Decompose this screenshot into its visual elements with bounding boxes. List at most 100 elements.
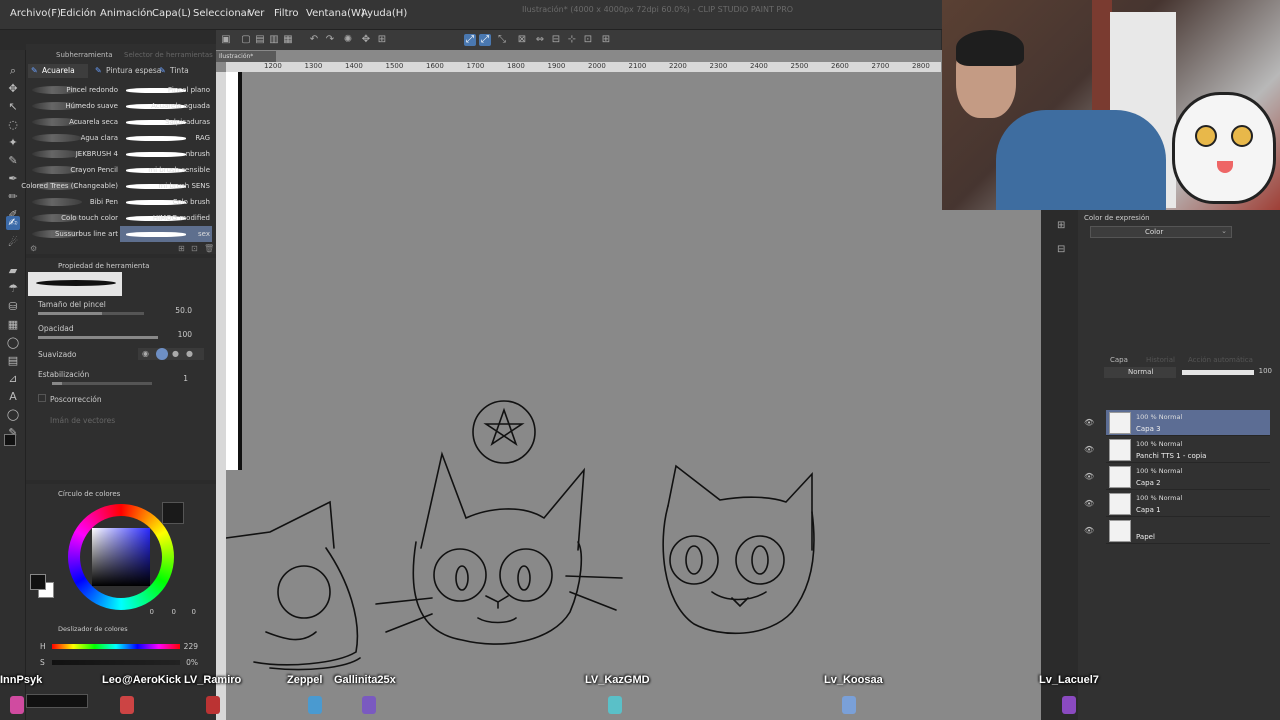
stabilization-value[interactable]: 1 bbox=[176, 374, 188, 383]
fill-tool-icon[interactable]: ⛁ bbox=[6, 300, 20, 314]
smoothing-option-selected[interactable] bbox=[156, 348, 168, 360]
brush-item[interactable]: mi brush sensible bbox=[120, 162, 212, 178]
brush-item[interactable]: Colo touch color bbox=[28, 210, 120, 226]
brush-item[interactable]: Bibi Pen bbox=[28, 194, 120, 210]
eye-icon[interactable]: 👁 bbox=[1084, 418, 1094, 427]
pencil-tool-icon[interactable]: ✏ bbox=[6, 190, 20, 204]
navigator-icon[interactable]: ⊞ bbox=[1057, 220, 1065, 231]
main-color-swatch[interactable] bbox=[4, 434, 16, 446]
menu-help[interactable]: Ayuda(H) bbox=[361, 8, 407, 19]
canvas-icon[interactable]: ▣ bbox=[220, 34, 232, 46]
pen-tool-icon[interactable]: ✒ bbox=[6, 172, 20, 186]
opacity-slider[interactable] bbox=[38, 336, 158, 339]
settings-icon[interactable]: ⊡ bbox=[582, 34, 594, 46]
tab-subtool[interactable]: Subherramienta bbox=[56, 51, 113, 59]
layer-opacity-value[interactable]: 100 bbox=[1256, 367, 1272, 375]
gradient-tool-icon[interactable]: ▦ bbox=[6, 318, 20, 332]
brush-item[interactable]: HIMOG modified bbox=[120, 210, 212, 226]
brush-item[interactable]: Acuarela aguada bbox=[120, 98, 212, 114]
delete-icon[interactable]: 🗑 bbox=[204, 244, 214, 253]
snap-special-icon[interactable]: ⤡ bbox=[496, 34, 508, 46]
menu-window[interactable]: Ventana(W) bbox=[306, 8, 365, 19]
new-file-icon[interactable]: ▢ bbox=[240, 34, 252, 46]
layer-property-icon[interactable]: ⊟ bbox=[1057, 244, 1065, 255]
hue-slider[interactable] bbox=[52, 644, 180, 649]
operation-tool-icon[interactable]: ↖ bbox=[6, 100, 20, 114]
hue-ring[interactable] bbox=[68, 504, 174, 610]
clear-icon[interactable]: ✺ bbox=[342, 34, 354, 46]
open-file-icon[interactable]: ▤ bbox=[254, 34, 266, 46]
document-tab[interactable]: Ilustración* bbox=[216, 51, 276, 62]
layer-opacity-slider[interactable] bbox=[1182, 370, 1254, 375]
saturation-square[interactable] bbox=[92, 528, 150, 586]
saturation-slider[interactable] bbox=[52, 660, 180, 665]
category-ink[interactable]: ✎ Tinta bbox=[156, 64, 214, 78]
move-tool-icon[interactable]: ✥ bbox=[6, 82, 20, 96]
save-icon[interactable]: ▥ bbox=[268, 34, 280, 46]
settings-icon[interactable]: ⚙ bbox=[30, 244, 37, 253]
category-oil[interactable]: ✎ Pintura espesa bbox=[92, 64, 161, 78]
brush-item[interactable]: RAG bbox=[120, 130, 212, 146]
brush-item[interactable]: sex bbox=[120, 226, 212, 242]
undo-icon[interactable]: ↶ bbox=[308, 34, 320, 46]
ruler-tool-icon[interactable]: ⊿ bbox=[6, 372, 20, 386]
smoothing-option-icon[interactable]: ● bbox=[172, 349, 179, 358]
tab-auto-action[interactable]: Acción automática bbox=[1188, 356, 1253, 364]
eraser-tool-icon[interactable]: ▰ bbox=[6, 264, 20, 278]
layer-row[interactable]: 100 % Normal Panchi TTS 1 - copia bbox=[1106, 437, 1270, 463]
size-value[interactable]: 50.0 bbox=[166, 306, 192, 315]
main-color-swatch[interactable] bbox=[30, 574, 46, 590]
figure-tool-icon[interactable]: ◯ bbox=[6, 336, 20, 350]
blend-mode-select[interactable]: Normal bbox=[1104, 367, 1176, 378]
tab-tool-selector[interactable]: Selector de herramientas bbox=[124, 51, 213, 59]
flip-icon[interactable]: ⇔ bbox=[534, 34, 546, 46]
menu-select[interactable]: Seleccionar bbox=[193, 8, 251, 19]
redo-icon[interactable]: ↷ bbox=[324, 34, 336, 46]
magic-wand-icon[interactable]: ✦ bbox=[6, 136, 20, 150]
brush-item[interactable]: Colo brush bbox=[120, 194, 212, 210]
brush-item[interactable]: Agua clara bbox=[28, 130, 120, 146]
menu-layer[interactable]: Capa(L) bbox=[152, 8, 191, 19]
menu-filter[interactable]: Filtro bbox=[274, 8, 299, 19]
post-correction-checkbox[interactable] bbox=[38, 394, 46, 402]
expression-color-select[interactable]: Color ⌄ bbox=[1090, 226, 1232, 238]
brush-item[interactable]: Colored Trees (Changeable) bbox=[21, 178, 120, 194]
add-icon[interactable]: ⊡ bbox=[191, 244, 198, 253]
tab-layer[interactable]: Capa bbox=[1110, 356, 1128, 364]
watercolor-brush-icon[interactable]: ✍ bbox=[6, 216, 20, 230]
zoom-tool-icon[interactable]: ⌕ bbox=[6, 64, 20, 78]
eye-icon[interactable]: 👁 bbox=[1084, 472, 1094, 481]
brush-item[interactable]: Pincel redondo bbox=[28, 82, 120, 98]
crop-icon[interactable]: ⊞ bbox=[376, 34, 388, 46]
smoothing-option-icon[interactable]: ● bbox=[186, 349, 193, 358]
smoothing-selector[interactable]: ◉ ● ● bbox=[138, 348, 204, 360]
stabilization-slider[interactable] bbox=[52, 382, 152, 385]
opacity-value[interactable]: 100 bbox=[166, 330, 192, 339]
eye-icon[interactable]: 👁 bbox=[1084, 499, 1094, 508]
balloon-tool-icon[interactable]: ◯ bbox=[6, 408, 20, 422]
menu-edit[interactable]: Edición bbox=[60, 8, 96, 19]
hide-selection-icon[interactable]: ⊠ bbox=[516, 34, 528, 46]
brush-item[interactable]: Salpicaduras bbox=[120, 114, 212, 130]
brush-item[interactable]: Acuarela seca bbox=[28, 114, 120, 130]
snap-ruler-icon[interactable]: ⤢ bbox=[464, 34, 476, 46]
airbrush-icon[interactable]: ☄ bbox=[6, 236, 20, 250]
brush-item[interactable]: Crayon Pencil bbox=[28, 162, 120, 178]
brush-item[interactable]: Pincel plano bbox=[120, 82, 212, 98]
eye-icon[interactable]: 👁 bbox=[1084, 445, 1094, 454]
export-icon[interactable]: ▦ bbox=[282, 34, 294, 46]
brush-item[interactable]: Húmedo suave bbox=[28, 98, 120, 114]
category-watercolor[interactable]: ✎ Acuarela bbox=[28, 64, 88, 78]
brush-item[interactable]: nbrush bbox=[120, 146, 212, 162]
s-value[interactable]: 0% bbox=[176, 658, 198, 667]
layer-row[interactable]: 100 % Normal Capa 2 bbox=[1106, 464, 1270, 490]
eyedropper-icon[interactable]: ✎ bbox=[6, 154, 20, 168]
copy-icon[interactable]: ⊞ bbox=[178, 244, 185, 253]
h-value[interactable]: 229 bbox=[176, 642, 198, 651]
text-tool-icon[interactable]: A bbox=[6, 390, 20, 404]
brush-item[interactable]: JEKBRUSH 4 bbox=[28, 146, 120, 162]
ruler-icon[interactable]: ⊹ bbox=[566, 34, 578, 46]
grid-icon[interactable]: ⊟ bbox=[550, 34, 562, 46]
blend-tool-icon[interactable]: ☂ bbox=[6, 282, 20, 296]
layer-row[interactable]: 100 % Normal Capa 3 bbox=[1106, 410, 1270, 436]
